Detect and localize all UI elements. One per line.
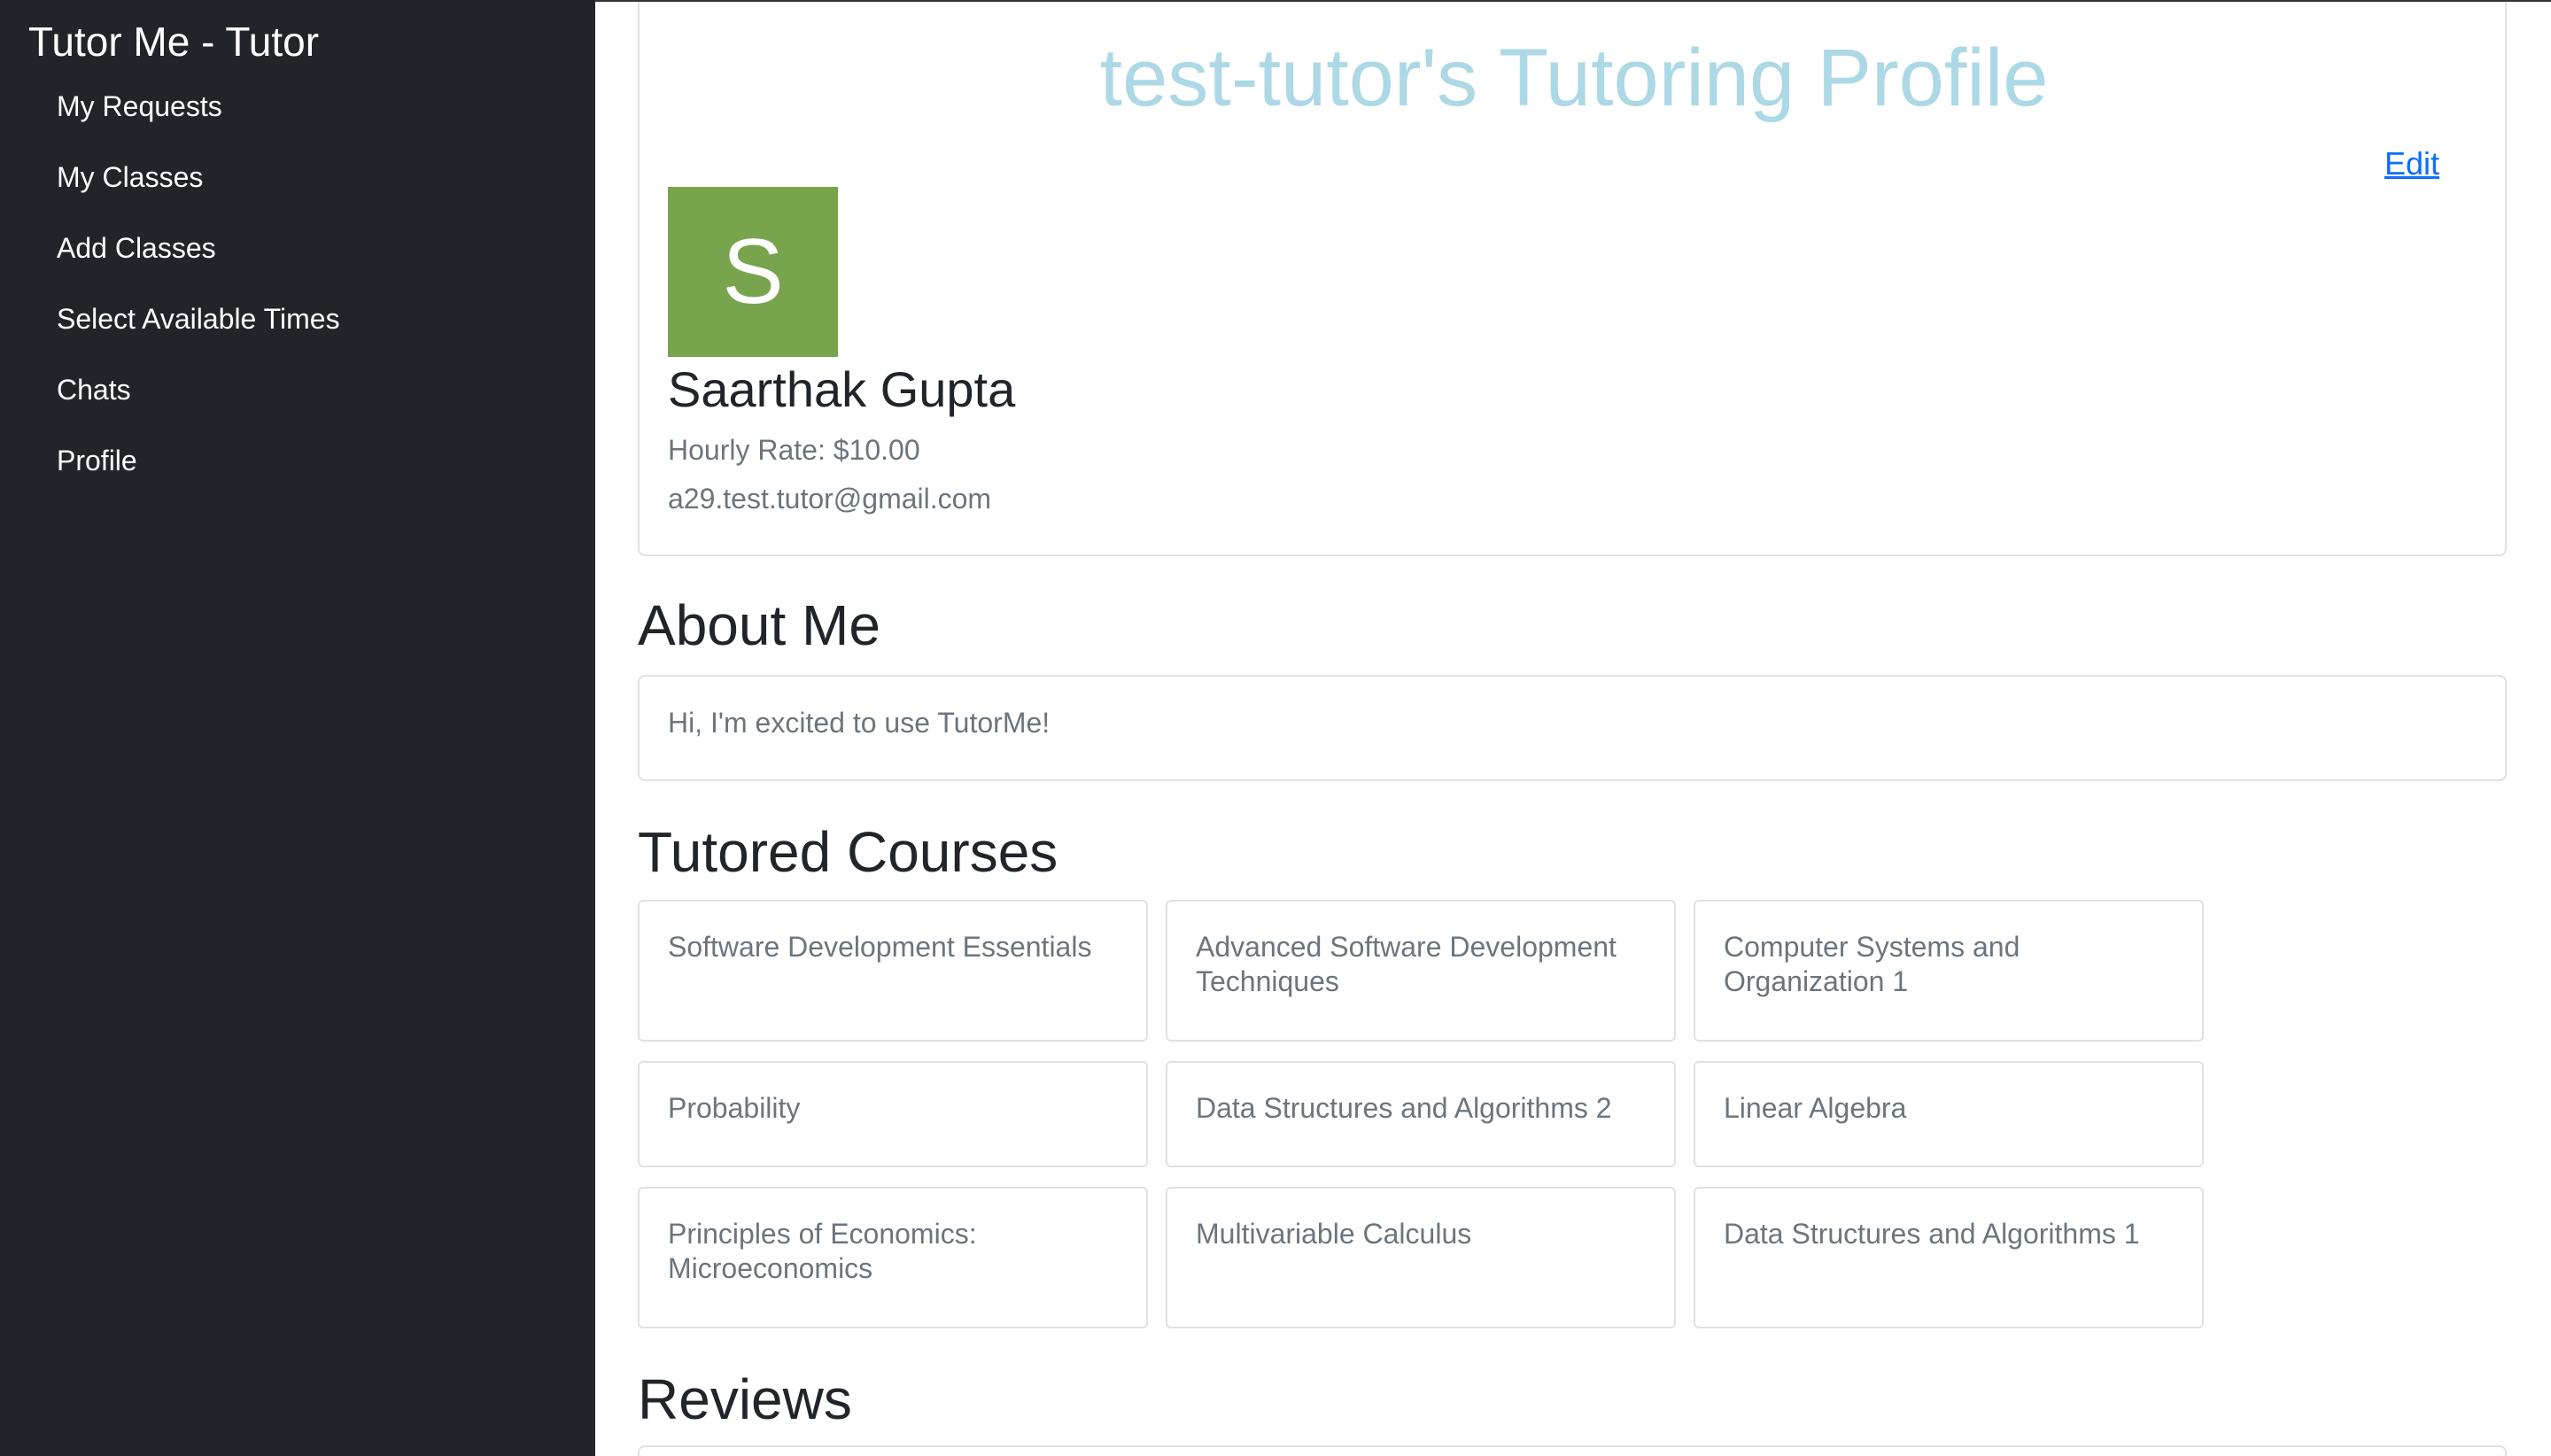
sidebar-item-add-classes[interactable]: Add Classes	[0, 223, 595, 294]
sidebar-item-select-available-times[interactable]: Select Available Times	[0, 294, 595, 365]
course-card[interactable]: Computer Systems and Organization 1	[1694, 900, 2204, 1042]
course-card[interactable]: Multivariable Calculus	[1166, 1187, 1676, 1328]
tutored-courses-heading: Tutored Courses	[638, 820, 1058, 884]
profile-card: test-tutor's Tutoring Profile Edit S Saa…	[638, 2, 2507, 556]
sidebar-item-profile[interactable]: Profile	[0, 436, 595, 507]
course-title: Computer Systems and Organization 1	[1724, 931, 2020, 997]
tutor-name: Saarthak Gupta	[668, 361, 1016, 417]
course-title: Data Structures and Algorithms 1	[1724, 1218, 2140, 1250]
about-me-box: Hi, I'm excited to use TutorMe!	[638, 675, 2507, 781]
course-card[interactable]: Software Development Essentials	[638, 900, 1148, 1042]
course-card[interactable]: Data Structures and Algorithms 2	[1166, 1061, 1676, 1167]
edit-profile-link[interactable]: Edit	[2384, 145, 2439, 182]
reviews-box	[638, 1445, 2507, 1456]
course-card[interactable]: Data Structures and Algorithms 1	[1694, 1187, 2204, 1328]
sidebar-item-my-requests[interactable]: My Requests	[0, 81, 595, 152]
avatar: S	[668, 187, 838, 357]
course-title: Software Development Essentials	[668, 931, 1092, 963]
about-me-heading: About Me	[638, 593, 880, 657]
course-title: Advanced Software Development Techniques	[1196, 931, 1617, 997]
tutor-email: a29.test.tutor@gmail.com	[668, 483, 992, 515]
app-root: Tutor Me - Tutor My Requests My Classes …	[0, 0, 2551, 1456]
sidebar-item-chats[interactable]: Chats	[0, 365, 595, 436]
course-card[interactable]: Advanced Software Development Techniques	[1166, 900, 1676, 1042]
main-content: test-tutor's Tutoring Profile Edit S Saa…	[595, 0, 2551, 1456]
course-card[interactable]: Principles of Economics: Microeconomics	[638, 1187, 1148, 1328]
course-title: Probability	[668, 1092, 801, 1124]
hourly-rate: Hourly Rate: $10.00	[668, 434, 920, 466]
sidebar: Tutor Me - Tutor My Requests My Classes …	[0, 0, 595, 1456]
course-title: Data Structures and Algorithms 2	[1196, 1092, 1612, 1124]
course-title: Linear Algebra	[1724, 1092, 1907, 1124]
sidebar-item-my-classes[interactable]: My Classes	[0, 152, 595, 223]
sidebar-nav: My Requests My Classes Add Classes Selec…	[0, 81, 595, 507]
app-brand[interactable]: Tutor Me - Tutor	[28, 18, 319, 66]
course-card[interactable]: Probability	[638, 1061, 1148, 1167]
about-me-text: Hi, I'm excited to use TutorMe!	[668, 707, 1051, 739]
page-title: test-tutor's Tutoring Profile	[1099, 33, 2049, 123]
course-title: Multivariable Calculus	[1196, 1218, 1472, 1250]
course-card[interactable]: Linear Algebra	[1694, 1061, 2204, 1167]
course-title: Principles of Economics: Microeconomics	[668, 1218, 977, 1284]
reviews-heading: Reviews	[638, 1367, 852, 1431]
